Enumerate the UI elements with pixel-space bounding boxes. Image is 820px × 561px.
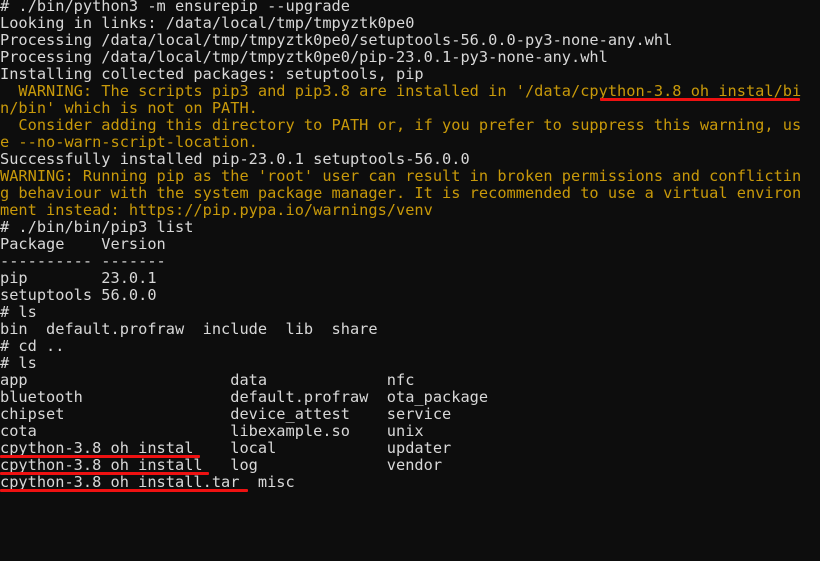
terminal-line: WARNING: Running pip as the 'root' user … <box>0 168 820 185</box>
terminal-line: ---------- ------- <box>0 253 820 270</box>
terminal-line: e --no-warn-script-location. <box>0 134 820 151</box>
underline-install-path-warning <box>599 98 800 101</box>
terminal-line: Looking in links: /data/local/tmp/tmpyzt… <box>0 15 820 32</box>
terminal-line: Consider adding this directory to PATH o… <box>0 117 820 134</box>
terminal-line: pip 23.0.1 <box>0 270 820 287</box>
terminal-line-text: Processing /data/local/tmp/tmpyztk0pe0/p… <box>0 48 608 66</box>
terminal-line-text: pip 23.0.1 <box>0 269 157 287</box>
underline-dir-instal <box>0 455 200 458</box>
terminal-line-text: # ./bin/bin/pip3 list <box>0 218 194 236</box>
terminal-line-text: Installing collected packages: setuptool… <box>0 65 424 83</box>
terminal-line: Installing collected packages: setuptool… <box>0 66 820 83</box>
terminal-line-text: ---------- ------- <box>0 252 166 270</box>
terminal-line-text: ment instead: https://pip.pypa.io/warnin… <box>0 201 433 219</box>
terminal-line: g behaviour with the system package mana… <box>0 185 820 202</box>
terminal-line: Processing /data/local/tmp/tmpyztk0pe0/p… <box>0 49 820 66</box>
terminal-line-text: bluetooth default.profraw ota_package <box>0 388 489 406</box>
terminal-line: # ./bin/python3 -m ensurepip --upgrade <box>0 0 820 15</box>
terminal-line: Processing /data/local/tmp/tmpyztk0pe0/s… <box>0 32 820 49</box>
terminal-line: n/bin' which is not on PATH. <box>0 100 820 117</box>
terminal-line: bin default.profraw include lib share <box>0 321 820 338</box>
terminal-line: # cd .. <box>0 338 820 355</box>
terminal-line: chipset device_attest service <box>0 406 820 423</box>
terminal-line-text: chipset device_attest service <box>0 405 452 423</box>
terminal-line: Successfully installed pip-23.0.1 setupt… <box>0 151 820 168</box>
terminal-line-text: g behaviour with the system package mana… <box>0 184 802 202</box>
terminal-line-text: app data nfc <box>0 371 415 389</box>
terminal-line-text: # ls <box>0 303 37 321</box>
terminal-window[interactable]: # ./bin/python3 -m ensurepip --upgrade Lo… <box>0 0 820 561</box>
terminal-line: setuptools 56.0.0 <box>0 287 820 304</box>
terminal-line-text: n/bin' which is not on PATH. <box>0 99 258 117</box>
terminal-line: # ./bin/bin/pip3 list <box>0 219 820 236</box>
terminal-line-text: setuptools 56.0.0 <box>0 286 157 304</box>
terminal-line-text: # cd .. <box>0 337 65 355</box>
terminal-line: # ls <box>0 355 820 372</box>
terminal-line-text: Package Version <box>0 235 166 253</box>
terminal-line: Package Version <box>0 236 820 253</box>
terminal-line-text: Looking in links: /data/local/tmp/tmpyzt… <box>0 14 415 32</box>
terminal-screen[interactable]: # ./bin/python3 -m ensurepip --upgrade Lo… <box>0 0 820 491</box>
terminal-line-text: Successfully installed pip-23.0.1 setupt… <box>0 150 470 168</box>
terminal-line-text: Consider adding this directory to PATH o… <box>0 116 802 134</box>
terminal-line: cota libexample.so unix <box>0 423 820 440</box>
terminal-line: app data nfc <box>0 372 820 389</box>
terminal-line-text: # ls <box>0 354 37 372</box>
terminal-line: ment instead: https://pip.pypa.io/warnin… <box>0 202 820 219</box>
terminal-line-text: bin default.profraw include lib share <box>0 320 378 338</box>
terminal-line-text: cota libexample.so unix <box>0 422 424 440</box>
terminal-line: bluetooth default.profraw ota_package <box>0 389 820 406</box>
underline-dir-install-tar <box>0 489 248 492</box>
terminal-line-text: # ./bin/python3 -m ensurepip --upgrade <box>0 0 350 15</box>
terminal-line-text: e --no-warn-script-location. <box>0 133 258 151</box>
terminal-line: # ls <box>0 304 820 321</box>
terminal-line-text: Processing /data/local/tmp/tmpyztk0pe0/s… <box>0 31 673 49</box>
underline-dir-install <box>0 472 210 475</box>
terminal-line-text: WARNING: Running pip as the 'root' user … <box>0 167 802 185</box>
